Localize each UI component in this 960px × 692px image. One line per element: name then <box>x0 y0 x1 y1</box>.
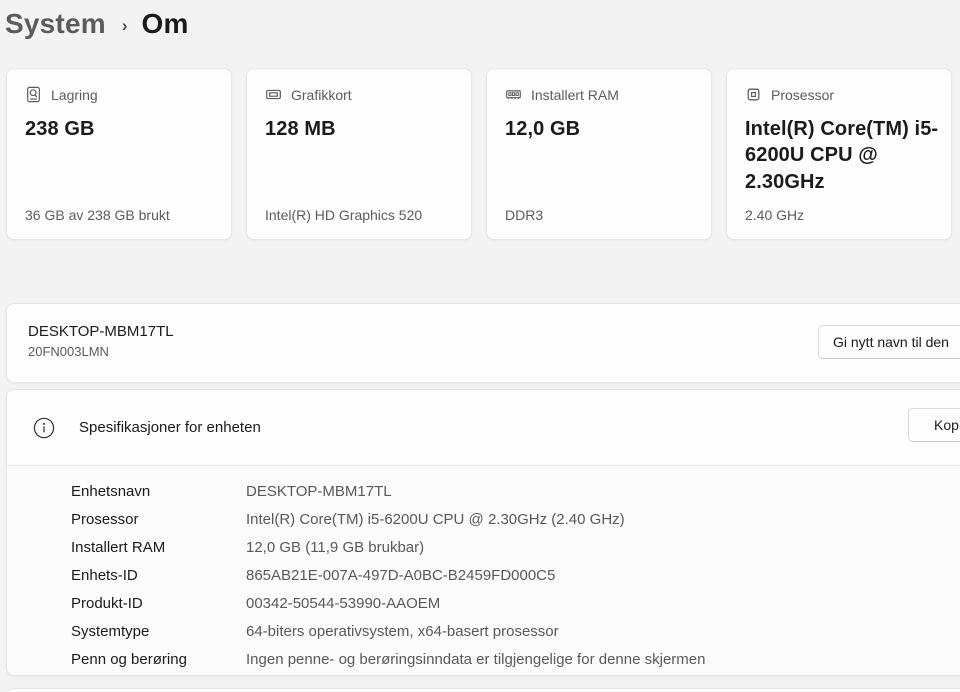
rename-pc-button[interactable]: Gi nytt navn til den <box>818 325 960 359</box>
next-section-card[interactable] <box>6 688 960 692</box>
processor-card-value: Intel(R) Core(TM) i5-6200U CPU @ 2.30GHz <box>745 116 941 195</box>
graphics-card[interactable]: Grafikkort 128 MB Intel(R) HD Graphics 5… <box>246 68 472 240</box>
spec-row-system-type: Systemtype 64-biters operativsystem, x64… <box>71 617 960 645</box>
spec-row-product-id: Produkt-ID 00342-50544-53990-AAOEM <box>71 589 960 617</box>
processor-card-title: Prosessor <box>771 87 834 103</box>
graphics-card-title: Grafikkort <box>291 87 352 103</box>
storage-card-title: Lagring <box>51 87 98 103</box>
hard-drive-icon <box>25 86 42 103</box>
gpu-icon <box>265 86 282 103</box>
breadcrumb: System › Om <box>5 8 189 40</box>
page-title: Om <box>142 8 189 40</box>
storage-card-caption: 36 GB av 238 GB brukt <box>25 207 213 223</box>
spec-section-title: Spesifikasjoner for enheten <box>79 419 261 436</box>
settings-about-page: { "breadcrumb": { "parent": "System", "s… <box>0 0 960 692</box>
ram-card-caption: DDR3 <box>505 207 693 223</box>
processor-card[interactable]: Prosessor Intel(R) Core(TM) i5-6200U CPU… <box>726 68 952 240</box>
ram-card[interactable]: Installert RAM 12,0 GB DDR3 <box>486 68 712 240</box>
ram-card-value: 12,0 GB <box>505 116 693 142</box>
device-name-card: DESKTOP-MBM17TL 20FN003LMN <box>6 303 960 383</box>
graphics-card-caption: Intel(R) HD Graphics 520 <box>265 207 453 223</box>
processor-card-caption: 2.40 GHz <box>745 207 933 223</box>
graphics-card-value: 128 MB <box>265 116 453 142</box>
spec-row-device-name: Enhetsnavn DESKTOP-MBM17TL <box>71 477 960 505</box>
ram-icon <box>505 86 522 103</box>
device-specifications-header: Spesifikasjoner for enheten <box>7 390 960 466</box>
spec-row-processor: Prosessor Intel(R) Core(TM) i5-6200U CPU… <box>71 505 960 533</box>
summary-cards: Lagring 238 GB 36 GB av 238 GB brukt Gra… <box>6 68 952 240</box>
storage-card[interactable]: Lagring 238 GB 36 GB av 238 GB brukt <box>6 68 232 240</box>
copy-button[interactable]: Kop <box>908 408 960 442</box>
spec-row-device-id: Enhets-ID 865AB21E-007A-497D-A0BC-B2459F… <box>71 561 960 589</box>
device-specifications-card: Spesifikasjoner for enheten Enhetsnavn D… <box>6 389 960 676</box>
spec-rows: Enhetsnavn DESKTOP-MBM17TL Prosessor Int… <box>7 466 960 673</box>
breadcrumb-system[interactable]: System <box>5 8 106 40</box>
chevron-right-icon: › <box>122 16 128 36</box>
spec-row-pen-touch: Penn og berøring Ingen penne- og berørin… <box>71 645 960 673</box>
info-icon <box>33 417 55 439</box>
cpu-icon <box>745 86 762 103</box>
ram-card-title: Installert RAM <box>531 87 619 103</box>
spec-row-installed-ram: Installert RAM 12,0 GB (11,9 GB brukbar) <box>71 533 960 561</box>
storage-card-value: 238 GB <box>25 116 213 142</box>
